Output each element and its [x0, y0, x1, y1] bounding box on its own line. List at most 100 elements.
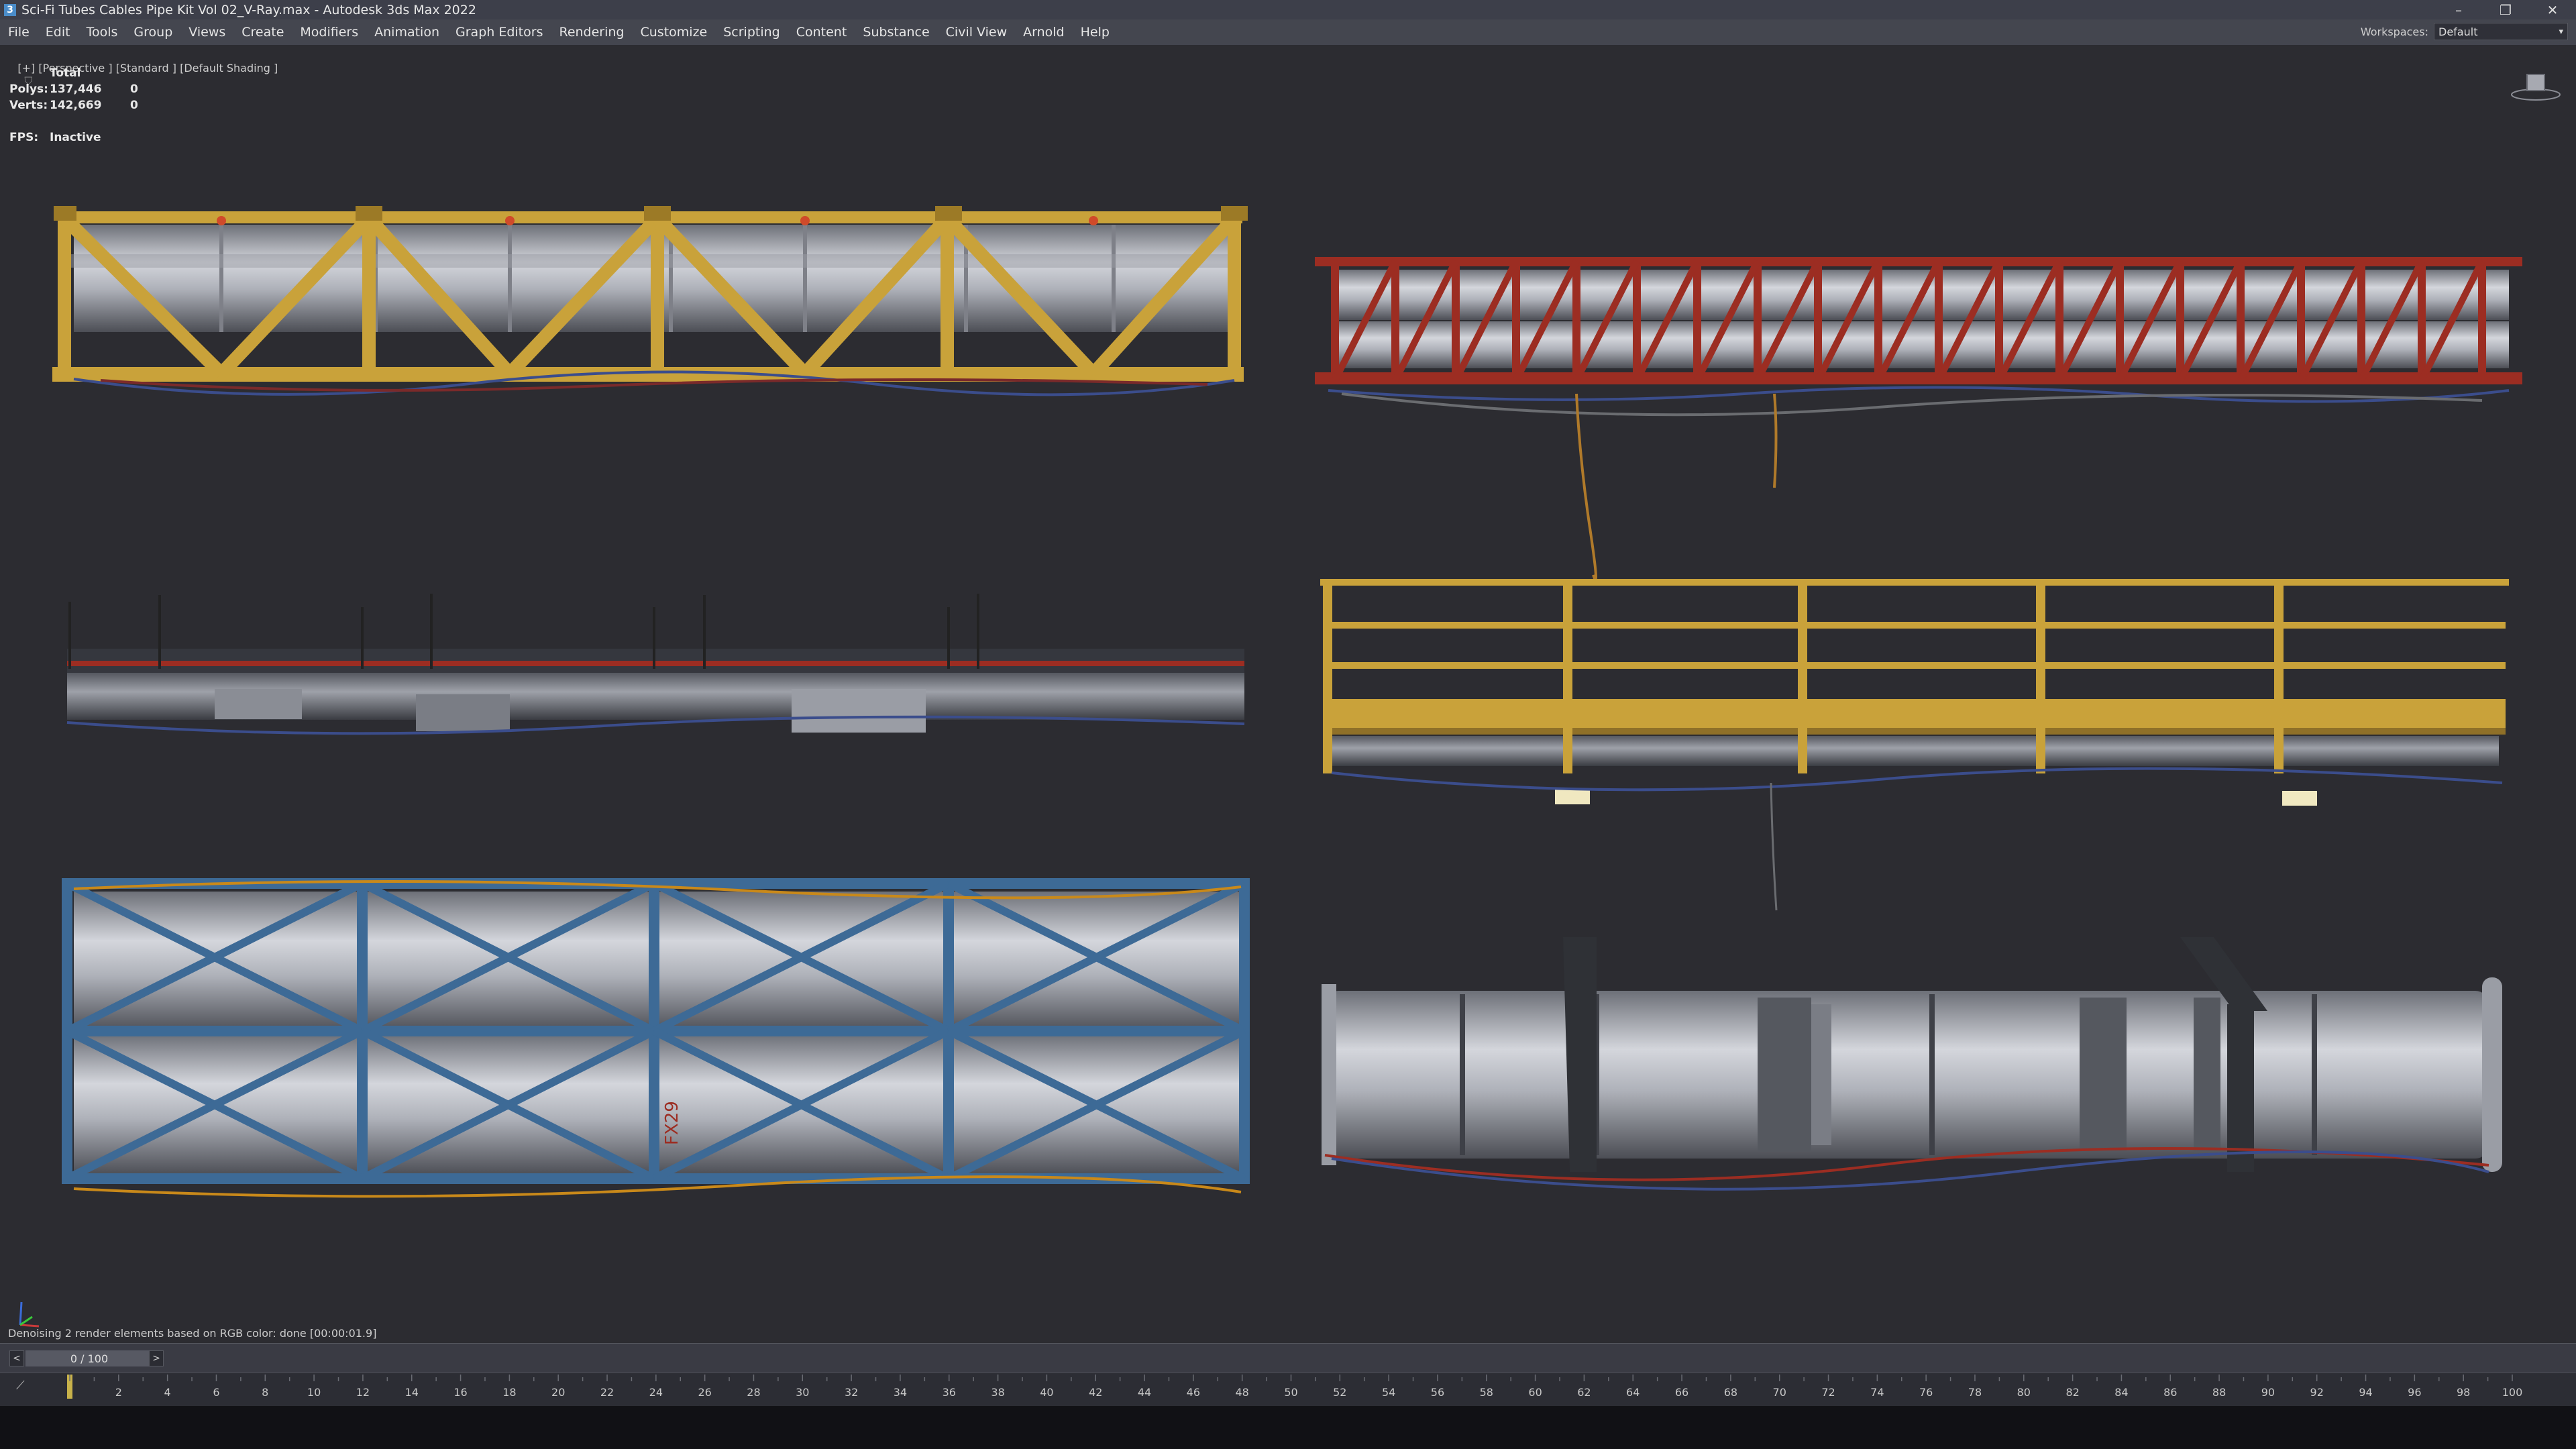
title-bar: 3 Sci-Fi Tubes Cables Pipe Kit Vol 02_V-… [0, 0, 2576, 19]
ruler-label: 68 [1724, 1386, 1737, 1399]
status-message: Denoising 2 render elements based on RGB… [8, 1327, 377, 1340]
ruler-label: 62 [1577, 1386, 1591, 1399]
ruler-label: 34 [894, 1386, 907, 1399]
menu-rendering[interactable]: Rendering [551, 25, 632, 40]
ruler-label: 28 [747, 1386, 760, 1399]
ruler-label: 84 [2114, 1386, 2128, 1399]
ruler-label: 92 [2310, 1386, 2324, 1399]
ruler-label: 94 [2359, 1386, 2372, 1399]
ruler-label: 20 [551, 1386, 565, 1399]
stats-header: Total [50, 66, 81, 80]
window-title: Sci-Fi Tubes Cables Pipe Kit Vol 02_V-Ra… [21, 2, 476, 17]
menu-substance[interactable]: Substance [855, 25, 937, 40]
menu-modifiers[interactable]: Modifiers [292, 25, 366, 40]
menu-help[interactable]: Help [1073, 25, 1118, 40]
ruler-label: 54 [1382, 1386, 1395, 1399]
fx-label: FX29 [662, 1101, 682, 1145]
close-button[interactable]: ✕ [2529, 0, 2576, 19]
menu-content[interactable]: Content [788, 25, 855, 40]
ruler-label: 72 [1821, 1386, 1835, 1399]
time-slider[interactable]: 0 / 100 [25, 1350, 153, 1366]
menu-customize[interactable]: Customize [633, 25, 716, 40]
bottom-bar [0, 1406, 2576, 1449]
menu-group[interactable]: Group [125, 25, 180, 40]
ruler-label: 44 [1138, 1386, 1151, 1399]
ruler-label: 56 [1431, 1386, 1444, 1399]
verts-selected: 0 [130, 99, 138, 112]
menu-scripting[interactable]: Scripting [715, 25, 788, 40]
ruler-label: 80 [2017, 1386, 2031, 1399]
restore-button[interactable]: ❐ [2482, 0, 2529, 19]
yellow-truss-pipe-module [52, 206, 1248, 396]
app-icon: 3 [4, 3, 16, 16]
ruler-label: 10 [307, 1386, 321, 1399]
ruler-label: 76 [1919, 1386, 1933, 1399]
ruler-label: 18 [502, 1386, 516, 1399]
ruler-label: 6 [213, 1386, 219, 1399]
polys-selected: 0 [130, 83, 138, 96]
ruler-label: 60 [1528, 1386, 1542, 1399]
workspaces-value: Default [2438, 25, 2478, 38]
ruler-label: 38 [991, 1386, 1004, 1399]
track-bar[interactable]: ⟋ 2 4 6 8 10 12 14 16 18 20 22 24 26 28 30 32 34 36 38 40 42… [0, 1373, 2576, 1407]
ruler-label: 66 [1675, 1386, 1688, 1399]
viewcube-icon[interactable] [2509, 69, 2563, 103]
statistics-overlay: Total Polys: 137,446 0 Verts: 142,669 0 [9, 65, 138, 113]
ruler-label: 16 [453, 1386, 467, 1399]
polys-value: 137,446 [50, 83, 102, 96]
ruler-label: 42 [1089, 1386, 1102, 1399]
ruler-label: 64 [1626, 1386, 1640, 1399]
menu-tools[interactable]: Tools [78, 25, 126, 40]
ruler-label: 30 [796, 1386, 809, 1399]
ruler-label: 46 [1187, 1386, 1200, 1399]
ruler-label: 14 [405, 1386, 419, 1399]
ruler-label: 8 [262, 1386, 268, 1399]
scene-render: FX29 [52, 206, 2522, 1198]
ruler-label: 52 [1333, 1386, 1346, 1399]
menu-file[interactable]: File [0, 25, 38, 40]
timeline-ruler: 2 4 6 8 10 12 14 16 18 20 22 24 26 28 30 32 34 36 38 40 42 44… [69, 1375, 2523, 1399]
verts-value: 142,669 [50, 99, 102, 112]
fps-label: FPS: [9, 131, 39, 144]
next-frame-button[interactable]: > [149, 1350, 164, 1366]
ruler-label: 74 [1870, 1386, 1884, 1399]
menu-graph-editors[interactable]: Graph Editors [447, 25, 551, 40]
workspaces-dropdown[interactable]: Default [2434, 23, 2568, 40]
ruler-label: 48 [1236, 1386, 1249, 1399]
fps-overlay: FPS: Inactive [9, 131, 101, 144]
ruler-label: 26 [698, 1386, 711, 1399]
menu-arnold[interactable]: Arnold [1015, 25, 1072, 40]
menu-civil-view[interactable]: Civil View [938, 25, 1015, 40]
workspaces-control: Workspaces: Default [2361, 23, 2568, 40]
perspective-viewport[interactable]: FX29 [+] [Perspective] [Standard] [Def… [0, 45, 2576, 1343]
ruler-label: 36 [943, 1386, 956, 1399]
blue-frame-pipe-module: FX29 [62, 878, 1250, 1198]
prev-frame-button[interactable]: < [9, 1350, 24, 1366]
cable-tray-module [66, 594, 1245, 735]
time-slider-bar: < 0 / 100 > [0, 1343, 2576, 1373]
minimize-button[interactable]: – [2435, 0, 2482, 19]
menu-animation[interactable]: Animation [366, 25, 447, 40]
yellow-walkway-module [1320, 579, 2509, 911]
ruler-label: 78 [1968, 1386, 1982, 1399]
ruler-label: 2 [115, 1386, 122, 1399]
ruler-label: 40 [1040, 1386, 1053, 1399]
ruler-label: 50 [1284, 1386, 1297, 1399]
red-truss-pipe-module [1315, 257, 2522, 581]
ruler-label: 96 [2408, 1386, 2421, 1399]
fps-value: Inactive [50, 131, 101, 144]
menu-views[interactable]: Views [180, 25, 233, 40]
workspaces-label: Workspaces: [2360, 25, 2428, 38]
large-tube-module [1322, 937, 2502, 1191]
ruler-label: 24 [649, 1386, 663, 1399]
ruler-label: 12 [356, 1386, 370, 1399]
ruler-label: 86 [2163, 1386, 2177, 1399]
ruler-label: 90 [2261, 1386, 2275, 1399]
ruler-label: 70 [1773, 1386, 1786, 1399]
menu-create[interactable]: Create [233, 25, 292, 40]
menu-edit[interactable]: Edit [38, 25, 78, 40]
ruler-label: 100 [2502, 1386, 2523, 1399]
ruler-label: 82 [2065, 1386, 2079, 1399]
ruler-label: 32 [845, 1386, 858, 1399]
ruler-label: 58 [1480, 1386, 1493, 1399]
